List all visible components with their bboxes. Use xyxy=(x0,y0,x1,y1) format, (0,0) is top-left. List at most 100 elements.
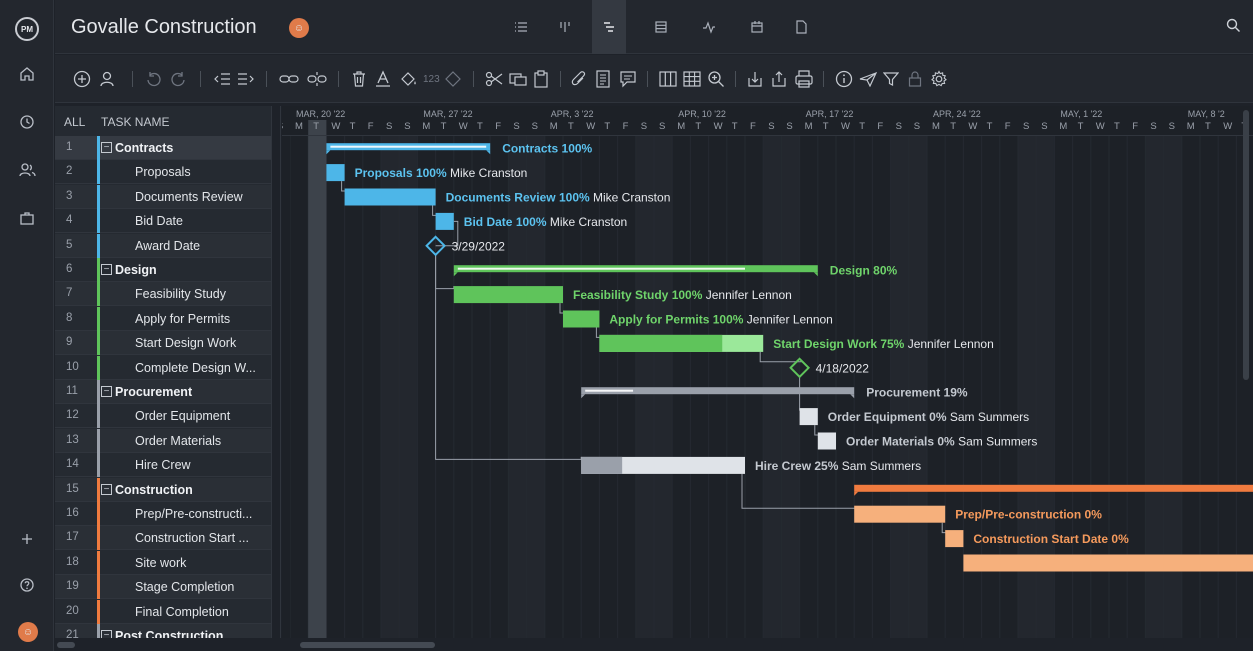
gantt-view-icon[interactable] xyxy=(592,0,626,54)
summary-bar[interactable]: Contracts 100% xyxy=(326,142,593,156)
task-name[interactable]: Complete Design W... xyxy=(135,361,256,375)
task-row[interactable]: 21 − Post Construction xyxy=(55,624,271,638)
columns-icon[interactable] xyxy=(659,67,677,91)
indent-icon[interactable] xyxy=(237,67,255,91)
outdent-icon[interactable] xyxy=(213,67,231,91)
vertical-scrollbar-thumb[interactable] xyxy=(1243,110,1249,380)
task-row[interactable]: 14 Hire Crew xyxy=(55,453,271,478)
undo-icon[interactable] xyxy=(145,67,161,91)
task-row[interactable]: 12 Order Equipment xyxy=(55,404,271,429)
task-name[interactable]: Start Design Work xyxy=(135,336,236,350)
column-header-task-name[interactable]: TASK NAME xyxy=(101,115,169,129)
copy-icon[interactable] xyxy=(509,67,527,91)
task-bar[interactable]: Order Materials 0% Sam Summers xyxy=(817,432,1038,450)
import-icon[interactable] xyxy=(747,67,763,91)
task-name[interactable]: Hire Crew xyxy=(135,458,191,472)
task-row[interactable]: 11 − Procurement xyxy=(55,380,271,404)
task-name[interactable]: Feasibility Study xyxy=(135,287,226,301)
attach-icon[interactable] xyxy=(571,67,587,91)
task-bar[interactable]: Prep/Pre-construction 0% xyxy=(854,505,1102,523)
task-name[interactable]: Stage Completion xyxy=(135,580,234,594)
task-row[interactable]: 9 Start Design Work xyxy=(55,331,271,356)
cut-icon[interactable] xyxy=(485,67,503,91)
task-row[interactable]: 17 Construction Start ... xyxy=(55,526,271,551)
task-bar[interactable]: Hire Crew 25% Sam Summers xyxy=(581,456,921,474)
milestone-marker[interactable]: 4/18/2022 xyxy=(789,357,870,379)
task-row[interactable]: 7 Feasibility Study xyxy=(55,282,271,307)
task-row[interactable]: 5 Award Date xyxy=(55,233,271,258)
home-icon[interactable] xyxy=(0,62,54,86)
task-name[interactable]: Post Construction xyxy=(115,629,223,638)
numbering-icon[interactable]: 123 xyxy=(423,67,440,91)
task-row[interactable]: 2 Proposals xyxy=(55,160,271,185)
task-name[interactable]: Contracts xyxy=(115,141,173,155)
task-name[interactable]: Construction Start ... xyxy=(135,531,249,545)
task-name[interactable]: Bid Date xyxy=(135,214,183,228)
task-bar[interactable]: Order Equipment 0% Sam Summers xyxy=(799,408,1030,426)
task-row[interactable]: 20 Final Completion xyxy=(55,599,271,624)
task-name[interactable]: Procurement xyxy=(115,385,192,399)
font-color-icon[interactable] xyxy=(375,67,391,91)
task-bar[interactable]: Feasibility Study 100% Jennifer Lennon xyxy=(453,286,792,304)
send-icon[interactable] xyxy=(859,67,877,91)
project-title[interactable]: Govalle Construction xyxy=(71,16,257,39)
notes-icon[interactable] xyxy=(595,67,611,91)
grid-icon[interactable] xyxy=(683,67,701,91)
board-view-icon[interactable] xyxy=(548,0,582,54)
task-name[interactable]: Order Equipment xyxy=(135,409,230,423)
sheet-view-icon[interactable] xyxy=(644,0,678,54)
task-row[interactable]: 19 Stage Completion xyxy=(55,575,271,600)
task-row[interactable]: 8 Apply for Permits xyxy=(55,306,271,331)
gantt-scroll-thumb[interactable] xyxy=(300,642,435,648)
delete-icon[interactable] xyxy=(351,67,367,91)
export-icon[interactable] xyxy=(771,67,787,91)
task-name[interactable]: Final Completion xyxy=(135,605,229,619)
filter-icon[interactable] xyxy=(883,67,899,91)
plus-icon[interactable] xyxy=(0,527,54,551)
clock-icon[interactable] xyxy=(0,110,54,134)
info-icon[interactable] xyxy=(835,67,853,91)
task-name[interactable]: Order Materials xyxy=(135,434,221,448)
comment-icon[interactable] xyxy=(619,67,637,91)
task-row[interactable]: 3 Documents Review xyxy=(55,184,271,209)
task-name[interactable]: Documents Review xyxy=(135,190,243,204)
people-icon[interactable] xyxy=(0,158,54,182)
task-bar[interactable]: Bid Date 100% Mike Cranston xyxy=(435,212,628,230)
task-bar[interactable]: Apply for Permits 100% Jennifer Lennon xyxy=(563,310,833,328)
task-name[interactable]: Award Date xyxy=(135,239,200,253)
settings-icon[interactable] xyxy=(930,67,948,91)
collapse-toggle-icon[interactable]: − xyxy=(101,264,112,275)
task-name[interactable]: Apply for Permits xyxy=(135,312,230,326)
task-row[interactable]: 1 − Contracts xyxy=(55,136,271,160)
add-user-icon[interactable] xyxy=(99,67,117,91)
task-row[interactable]: 10 Complete Design W... xyxy=(55,355,271,380)
pane-splitter[interactable] xyxy=(271,106,281,638)
task-name[interactable]: Prep/Pre-constructi... xyxy=(135,507,252,521)
collapse-toggle-icon[interactable]: − xyxy=(101,142,112,153)
task-bar[interactable]: Proposals 100% Mike Cranston xyxy=(326,164,527,182)
dashboard-view-icon[interactable] xyxy=(692,0,726,54)
user-avatar[interactable]: ☺ xyxy=(18,622,38,642)
task-row[interactable]: 15 − Construction xyxy=(55,477,271,502)
print-icon[interactable] xyxy=(795,67,813,91)
help-icon[interactable] xyxy=(0,573,54,597)
lock-icon[interactable] xyxy=(907,67,923,91)
grid-scroll-thumb[interactable] xyxy=(57,642,75,648)
briefcase-icon[interactable] xyxy=(0,206,54,230)
search-icon[interactable] xyxy=(1226,18,1241,37)
list-view-icon[interactable] xyxy=(504,0,538,54)
horizontal-scrollbar[interactable] xyxy=(55,638,1253,651)
add-task-icon[interactable] xyxy=(73,67,91,91)
collapse-toggle-icon[interactable]: − xyxy=(101,630,112,638)
task-bar[interactable]: Construction Start Date 0% xyxy=(945,530,1129,548)
unlink-icon[interactable] xyxy=(307,67,327,91)
task-row[interactable]: 18 Site work xyxy=(55,550,271,575)
task-bar[interactable] xyxy=(963,554,1253,572)
collapse-toggle-icon[interactable]: − xyxy=(101,483,112,495)
redo-icon[interactable] xyxy=(171,67,187,91)
task-bar[interactable]: Start Design Work 75% Jennifer Lennon xyxy=(599,334,994,352)
paste-icon[interactable] xyxy=(533,67,549,91)
zoom-icon[interactable] xyxy=(707,67,725,91)
task-row[interactable]: 6 − Design xyxy=(55,258,271,282)
task-row[interactable]: 4 Bid Date xyxy=(55,209,271,234)
